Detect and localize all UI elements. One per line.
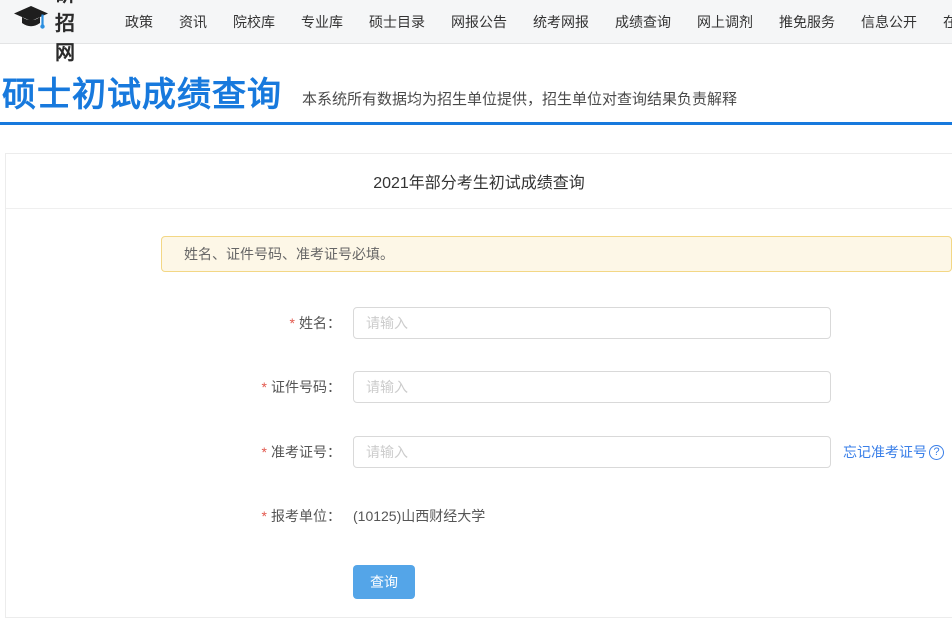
form-row-target-institution: *报考单位： (10125)山西财经大学 xyxy=(6,500,952,532)
form-row-admission-ticket: *准考证号： 忘记准考证号? xyxy=(6,436,952,468)
nav-item-info-disclosure[interactable]: 信息公开 xyxy=(848,12,930,32)
top-nav: 研招网 政策 资讯 院校库 专业库 硕士目录 网报公告 统考网报 成绩查询 网上… xyxy=(0,0,952,44)
nav-item-application-notice[interactable]: 网报公告 xyxy=(438,12,520,32)
header-divider xyxy=(0,122,952,125)
required-fields-notice: 姓名、证件号码、准考证号必填。 xyxy=(161,236,952,272)
forgot-ticket-link[interactable]: 忘记准考证号? xyxy=(843,442,944,462)
required-marker: * xyxy=(262,444,267,460)
nav-item-score-query[interactable]: 成绩查询 xyxy=(602,12,684,32)
required-marker: * xyxy=(262,508,267,524)
id-number-label: *证件号码： xyxy=(6,377,341,397)
nav-item-master-catalog[interactable]: 硕士目录 xyxy=(356,12,438,32)
nav-item-online-adjustment[interactable]: 网上调剂 xyxy=(684,12,766,32)
submit-row: 查询 xyxy=(6,565,952,599)
target-institution-value: (10125)山西财经大学 xyxy=(353,506,485,526)
nav-item-major-library[interactable]: 专业库 xyxy=(288,12,356,32)
admission-ticket-input[interactable] xyxy=(353,436,831,468)
site-logo[interactable]: 研招网 xyxy=(14,0,76,65)
name-input[interactable] xyxy=(353,307,831,339)
question-circle-icon[interactable]: ? xyxy=(929,445,944,460)
nav-menu: 政策 资讯 院校库 专业库 硕士目录 网报公告 统考网报 成绩查询 网上调剂 推… xyxy=(112,12,952,32)
nav-item-exemption-service[interactable]: 推免服务 xyxy=(766,12,848,32)
page-subtitle: 本系统所有数据均为招生单位提供，招生单位对查询结果负责解释 xyxy=(302,88,737,114)
site-logo-text: 研招网 xyxy=(55,0,76,65)
page-header: 硕士初试成绩查询 本系统所有数据均为招生单位提供，招生单位对查询结果负责解释 xyxy=(0,44,952,122)
name-label: *姓名： xyxy=(6,313,341,333)
notice-text: 姓名、证件号码、准考证号必填。 xyxy=(184,244,394,264)
form-row-id-number: *证件号码： xyxy=(6,371,952,403)
nav-item-policy[interactable]: 政策 xyxy=(112,12,166,32)
required-marker: * xyxy=(262,379,267,395)
form-row-name: *姓名： xyxy=(6,307,952,339)
nav-item-news[interactable]: 资讯 xyxy=(166,12,220,32)
page-title: 硕士初试成绩查询 xyxy=(2,77,282,114)
graduation-cap-icon xyxy=(14,6,48,37)
card-body: 姓名、证件号码、准考证号必填。 *姓名： *证件号码： *准考证号： 忘记准考证… xyxy=(6,236,952,599)
admission-ticket-label: *准考证号： xyxy=(6,442,341,462)
query-button[interactable]: 查询 xyxy=(353,565,415,599)
card-header: 2021年部分考生初试成绩查询 xyxy=(6,154,952,209)
query-card: 2021年部分考生初试成绩查询 姓名、证件号码、准考证号必填。 *姓名： *证件… xyxy=(5,153,952,618)
id-number-input[interactable] xyxy=(353,371,831,403)
card-title: 2021年部分考生初试成绩查询 xyxy=(373,169,585,193)
target-institution-label: *报考单位： xyxy=(6,506,341,526)
nav-item-online-consult[interactable]: 在线咨询 xyxy=(930,12,952,32)
required-marker: * xyxy=(290,315,295,331)
nav-item-college-library[interactable]: 院校库 xyxy=(220,12,288,32)
nav-item-unified-exam[interactable]: 统考网报 xyxy=(520,12,602,32)
